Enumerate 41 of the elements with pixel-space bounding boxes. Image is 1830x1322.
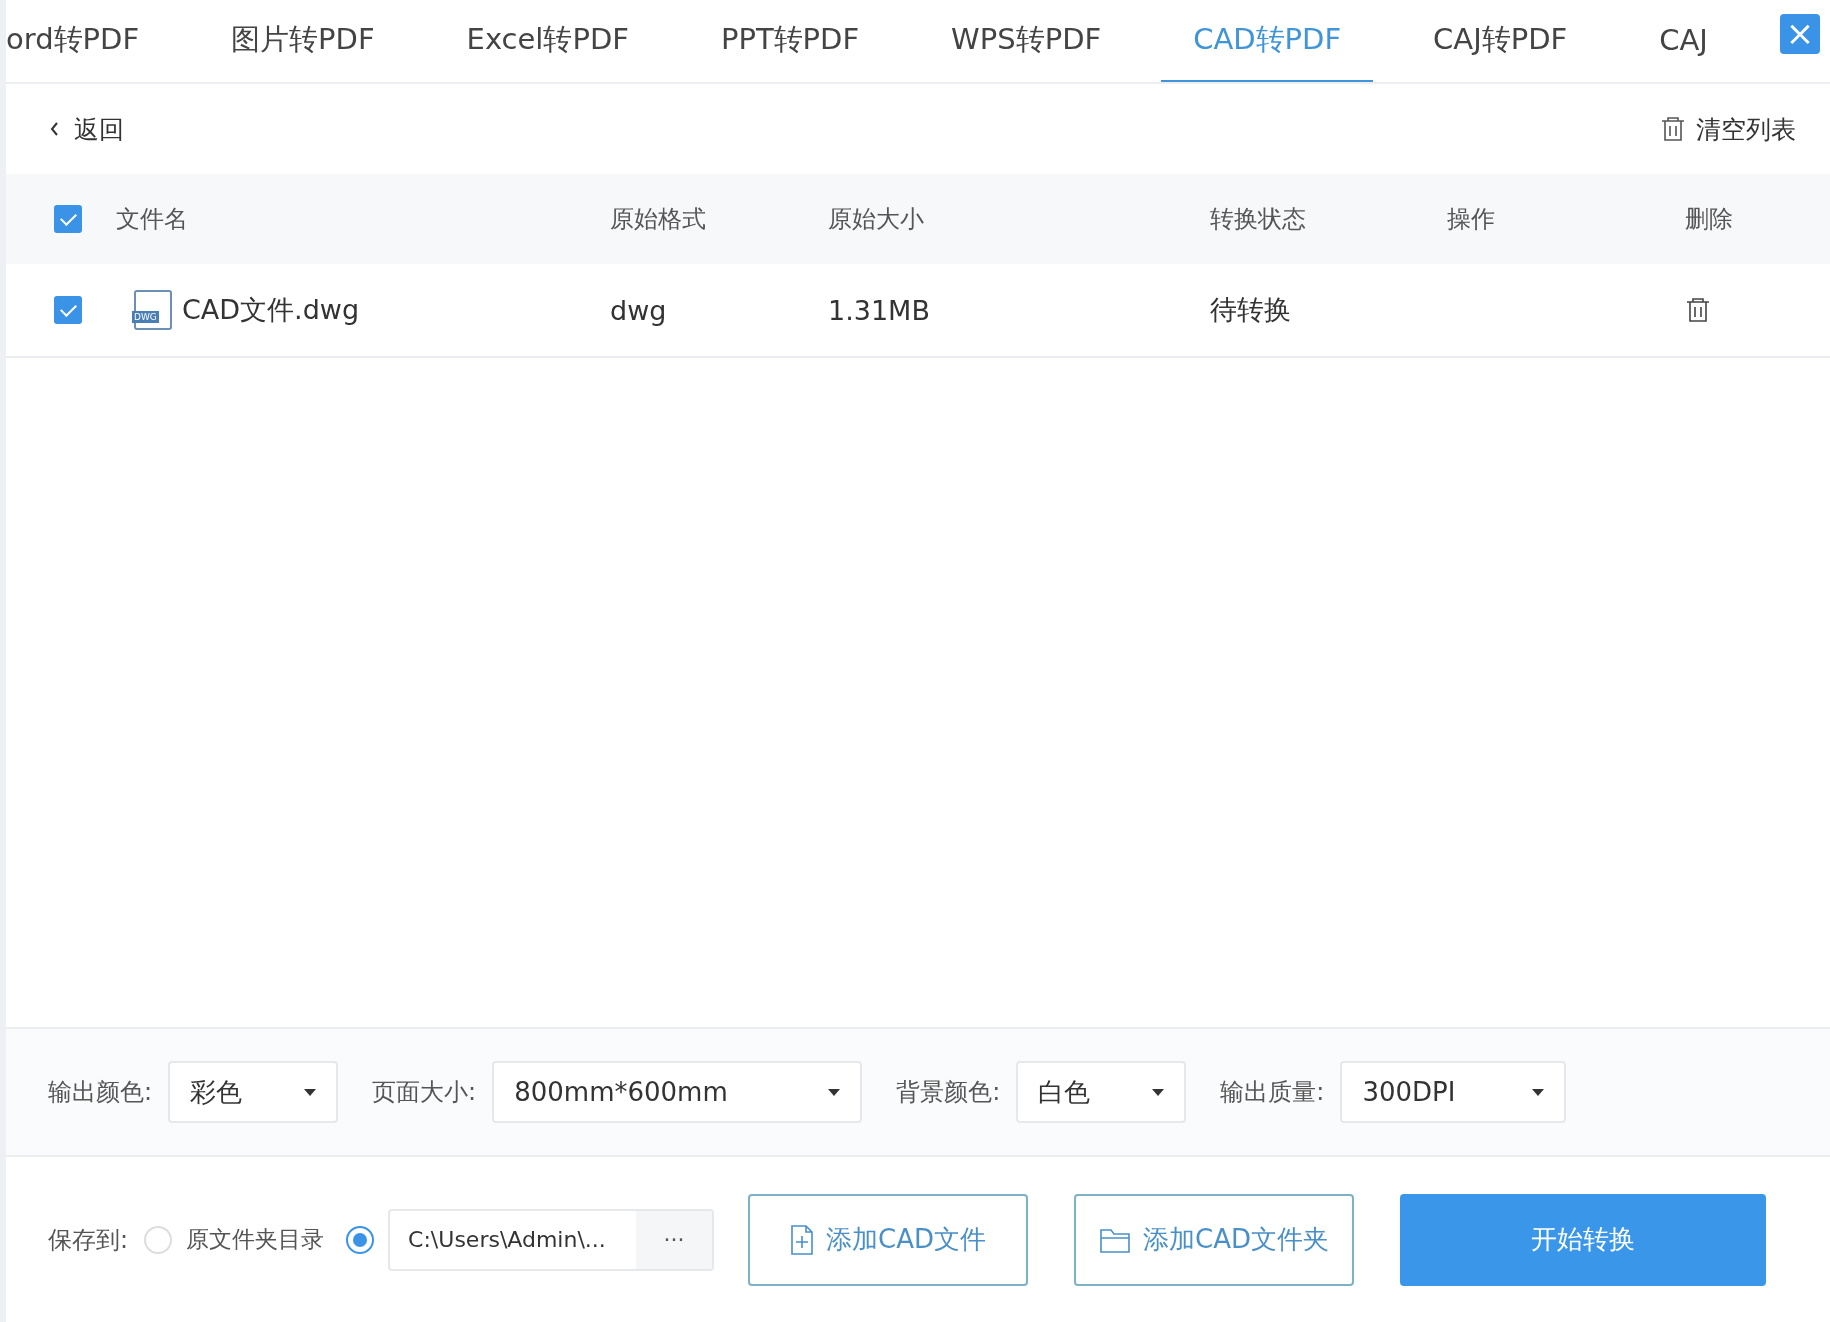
caret-icon [304,1088,317,1096]
file-name: CAD文件.dwg [182,293,360,327]
radio-label[interactable]: 原文件夹目录 [186,1224,325,1255]
checkbox[interactable] [54,296,82,324]
trash-icon[interactable] [1685,297,1711,323]
trash-icon [1660,116,1686,142]
column-header: 转换状态 [1210,204,1307,235]
dropdown[interactable]: 白色 [1016,1061,1187,1123]
caret-icon [828,1088,841,1096]
radio-button[interactable] [346,1225,375,1254]
option-label: 页面大小: [372,1077,477,1108]
tab[interactable]: WPS转PDF [919,0,1134,82]
tab[interactable]: PPT转PDF [688,0,892,82]
tab[interactable]: ord转PDF [6,0,172,82]
checkbox[interactable] [54,205,82,233]
table-cell-text: 待转换 [1210,293,1292,327]
chevron-left-icon [48,121,60,137]
column-header: 文件名 [116,204,189,235]
caret-icon [1152,1088,1165,1096]
dropdown[interactable]: 800mm*600mm [492,1061,863,1123]
add-file-icon [790,1224,815,1255]
option-label: 输出质量: [1220,1077,1325,1108]
tab[interactable]: CAJ转PDF [1401,0,1600,82]
dropdown[interactable]: 300DPI [1340,1061,1567,1123]
file-type-badge: DWG [132,311,159,323]
table-cell-text: 1.31MB [828,294,931,326]
table-cell-text: dwg [610,294,668,326]
dropdown[interactable]: 彩色 [168,1061,339,1123]
option-label: 背景颜色: [896,1077,1001,1108]
option-label: 输出颜色: [48,1077,153,1108]
clear-list-button[interactable]: 清空列表 [1660,112,1796,146]
column-header: 删除 [1685,204,1734,235]
caret-icon [1532,1088,1545,1096]
column-header: 操作 [1447,204,1496,235]
tab[interactable]: Excel转PDF [434,0,661,82]
save-to-label: 保存到: [48,1224,129,1256]
back-link[interactable]: 返回 [74,112,124,146]
tab[interactable]: 图片转PDF [199,0,407,82]
column-header: 原始大小 [828,204,925,235]
column-header: 原始格式 [610,204,707,235]
tab[interactable]: CAJ [1627,0,1740,82]
